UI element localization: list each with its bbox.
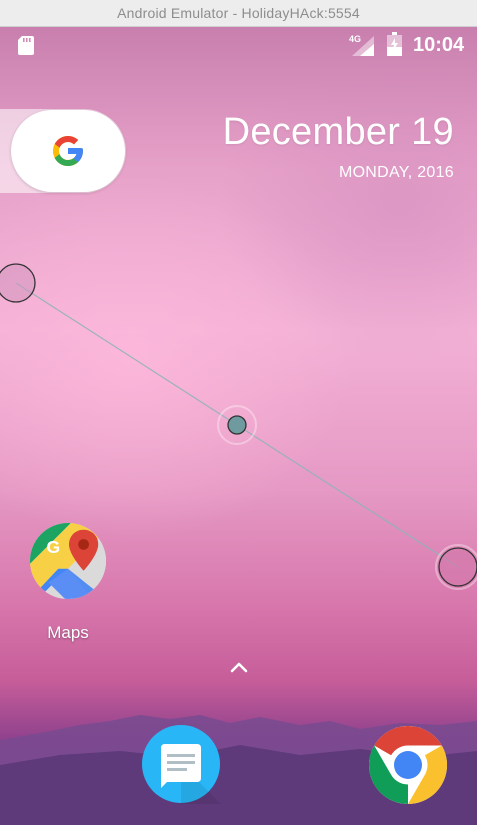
messages-icon[interactable] xyxy=(141,724,221,804)
window-title: Android Emulator - HolidayHAck:5554 xyxy=(117,5,360,21)
android-home-screen[interactable]: 4G 10:04 December 19 MONDAY, 2016 G Maps xyxy=(0,27,477,825)
touch-gesture-overlay xyxy=(0,263,477,590)
gesture-end-node xyxy=(438,547,477,587)
emulator-title-bar: Android Emulator - HolidayHAck:5554 xyxy=(0,0,477,27)
maps-app-label[interactable]: Maps xyxy=(0,623,136,643)
google-maps-icon: G xyxy=(29,522,107,600)
chrome-icon[interactable] xyxy=(368,725,448,805)
gesture-start-node xyxy=(0,263,36,303)
svg-text:G: G xyxy=(47,537,61,557)
gesture-middle-node xyxy=(227,415,247,435)
chevron-up-icon[interactable] xyxy=(229,660,249,674)
